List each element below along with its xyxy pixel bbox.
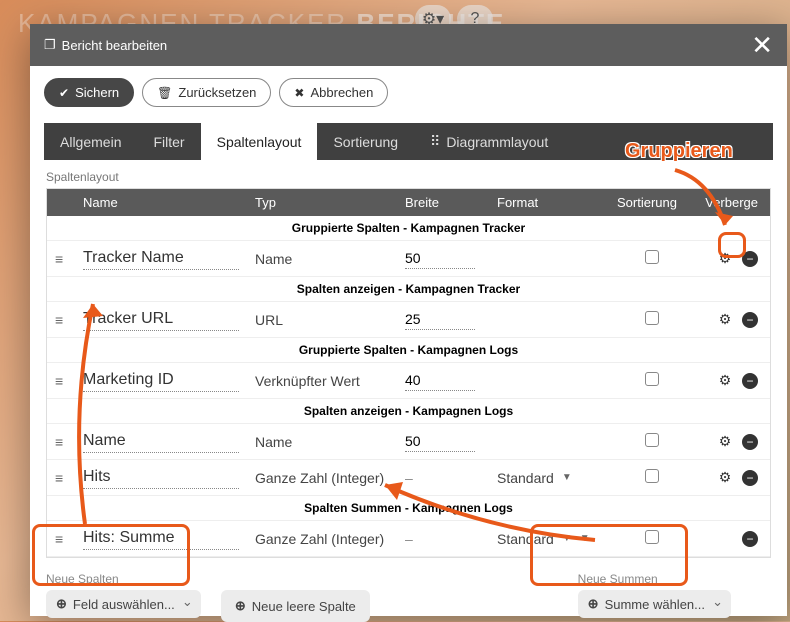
type-label: Verknüpfter Wert: [247, 371, 397, 391]
table-row: ≡ URL ⚙ −: [47, 302, 770, 338]
sort-checkbox[interactable]: [645, 433, 659, 447]
format-select[interactable]: Standard: [497, 470, 554, 486]
table-row: ≡ Name ⚙ −: [47, 241, 770, 277]
drag-handle-icon[interactable]: ≡: [47, 249, 75, 269]
name-input[interactable]: [83, 527, 239, 550]
grid-icon: ⠿: [430, 133, 440, 150]
new-sums-label: Neue Summen: [578, 572, 731, 586]
drag-handle-icon[interactable]: ≡: [47, 310, 75, 330]
type-label: URL: [247, 310, 397, 330]
plus-icon: ⊕: [235, 598, 246, 614]
modal-title: Bericht bearbeiten: [62, 38, 168, 53]
group-header: Spalten anzeigen - Kampagnen Tracker: [47, 277, 770, 302]
bottom-controls: Neue Spalten ⊕Feld auswählen... ⊕Neue le…: [46, 572, 771, 622]
width-input[interactable]: [405, 370, 475, 391]
sort-checkbox[interactable]: [645, 530, 659, 544]
edit-report-modal: ❐ Bericht bearbeiten ✕ ✔Sichern 🗑Zurücks…: [30, 24, 787, 616]
table-row: ≡ Ganze Zahl (Integer) – Standard ▼ ▼ −: [47, 521, 770, 557]
header-verberge: Verberge: [695, 189, 770, 216]
name-input[interactable]: [83, 308, 239, 331]
sort-checkbox[interactable]: [645, 469, 659, 483]
tab-sort[interactable]: Sortierung: [317, 123, 414, 160]
tab-general[interactable]: Allgemein: [44, 123, 137, 160]
sum-select-dropdown[interactable]: ⊕Summe wählen...: [578, 590, 731, 618]
header-sort: Sortierung: [609, 189, 695, 216]
chevron-down-icon: ▼: [562, 472, 572, 483]
group-header: Gruppierte Spalten - Kampagnen Tracker: [47, 216, 770, 241]
gear-icon[interactable]: ⚙: [716, 469, 734, 487]
remove-icon[interactable]: −: [742, 312, 758, 328]
tab-column-layout[interactable]: Spaltenlayout: [201, 123, 318, 160]
grid-header: Name Typ Breite Format Sortierung Verber…: [47, 189, 770, 216]
chevron-down-icon: ▼: [580, 533, 590, 544]
sort-checkbox[interactable]: [645, 311, 659, 325]
table-row: ≡ Name ⚙ −: [47, 424, 770, 460]
group-header: Spalten Summen - Kampagnen Logs: [47, 496, 770, 521]
cancel-icon: ✖: [294, 86, 304, 100]
type-label: Name: [247, 249, 397, 269]
gear-icon[interactable]: ⚙: [716, 372, 734, 390]
name-input[interactable]: [83, 247, 239, 270]
type-label: Ganze Zahl (Integer): [247, 529, 397, 549]
copy-icon: ❐: [44, 37, 56, 53]
plus-icon: ⊕: [56, 596, 67, 612]
type-label: Name: [247, 432, 397, 452]
remove-icon[interactable]: −: [742, 434, 758, 450]
width-input[interactable]: [405, 431, 475, 452]
modal-header: ❐ Bericht bearbeiten ✕: [30, 24, 787, 66]
name-input[interactable]: [83, 430, 239, 453]
save-button[interactable]: ✔Sichern: [44, 78, 134, 107]
close-icon[interactable]: ✕: [751, 32, 773, 58]
new-empty-column-button[interactable]: ⊕Neue leere Spalte: [221, 590, 370, 622]
plus-icon: ⊕: [588, 596, 599, 612]
table-row: ≡ Verknüpfter Wert ⚙ −: [47, 363, 770, 399]
remove-icon[interactable]: −: [742, 251, 758, 267]
drag-handle-icon[interactable]: ≡: [47, 529, 75, 549]
width-dash: –: [405, 531, 413, 547]
reset-button[interactable]: 🗑Zurücksetzen: [142, 78, 271, 107]
type-label: Ganze Zahl (Integer): [247, 468, 397, 488]
trash-icon: 🗑: [157, 86, 172, 100]
drag-handle-icon[interactable]: ≡: [47, 468, 75, 488]
tabs: Allgemein Filter Spaltenlayout Sortierun…: [44, 123, 773, 160]
table-row: ≡ Ganze Zahl (Integer) – Standard ▼ ⚙ −: [47, 460, 770, 496]
gear-icon[interactable]: ⚙: [716, 311, 734, 329]
width-input[interactable]: [405, 309, 475, 330]
section-label: Spaltenlayout: [46, 170, 771, 184]
column-grid: Name Typ Breite Format Sortierung Verber…: [46, 188, 771, 558]
gear-icon[interactable]: ⚙: [716, 433, 734, 451]
chevron-down-icon: ▼: [562, 533, 572, 544]
gear-icon[interactable]: ⚙: [716, 250, 734, 268]
remove-icon[interactable]: −: [742, 470, 758, 486]
remove-icon[interactable]: −: [742, 373, 758, 389]
cancel-button[interactable]: ✖Abbrechen: [279, 78, 388, 107]
name-input[interactable]: [83, 466, 239, 489]
tab-filter[interactable]: Filter: [137, 123, 200, 160]
header-name: Name: [75, 189, 247, 216]
toolbar: ✔Sichern 🗑Zurücksetzen ✖Abbrechen: [30, 66, 787, 107]
header-format: Format: [489, 189, 609, 216]
remove-icon[interactable]: −: [742, 531, 758, 547]
header-breite: Breite: [397, 189, 489, 216]
sort-checkbox[interactable]: [645, 372, 659, 386]
name-input[interactable]: [83, 369, 239, 392]
sort-checkbox[interactable]: [645, 250, 659, 264]
format-select[interactable]: Standard: [497, 531, 554, 547]
new-columns-label: Neue Spalten: [46, 572, 201, 586]
group-header: Gruppierte Spalten - Kampagnen Logs: [47, 338, 770, 363]
width-dash: –: [405, 470, 413, 486]
width-input[interactable]: [405, 248, 475, 269]
check-icon: ✔: [59, 86, 69, 100]
header-typ: Typ: [247, 189, 397, 216]
drag-handle-icon[interactable]: ≡: [47, 432, 75, 452]
field-select-dropdown[interactable]: ⊕Feld auswählen...: [46, 590, 201, 618]
drag-handle-icon[interactable]: ≡: [47, 371, 75, 391]
tab-chart-layout[interactable]: ⠿Diagrammlayout: [414, 123, 564, 160]
group-header: Spalten anzeigen - Kampagnen Logs: [47, 399, 770, 424]
